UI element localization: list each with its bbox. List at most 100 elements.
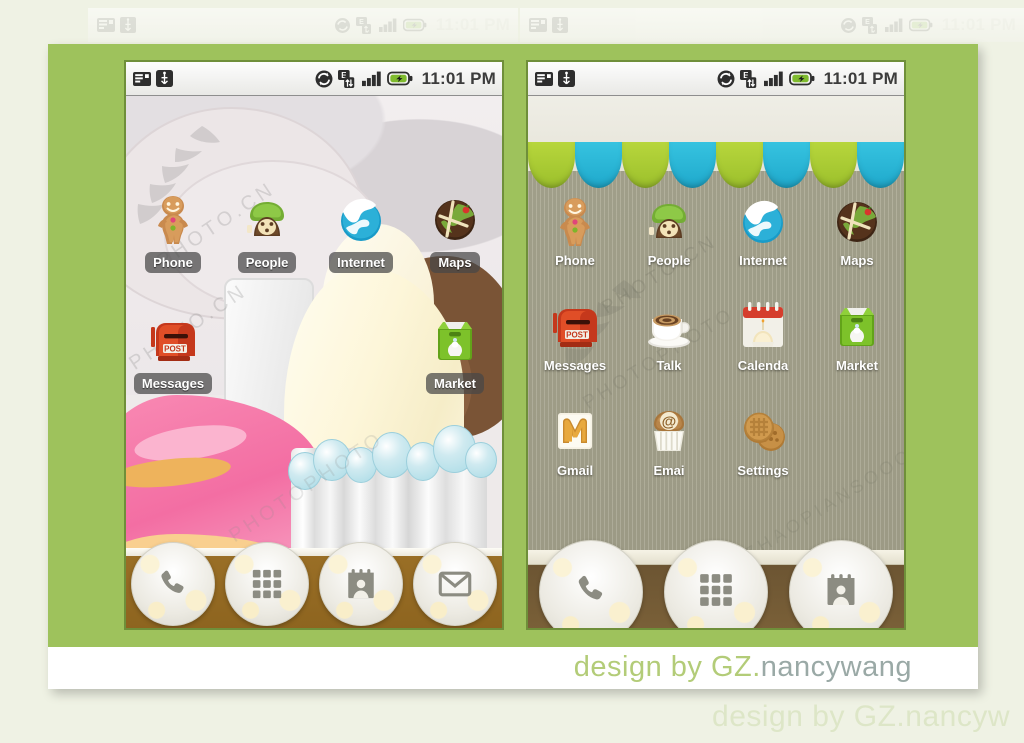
battery-charging-icon: [402, 18, 427, 32]
signal-bars-icon: [361, 71, 381, 87]
status-right-icons-2: E 11:01 PM: [717, 69, 898, 89]
status-left-icons: [132, 70, 173, 87]
theme-showcase-card: E 11:01 PM PHOTO.CN PHOTOPHOTO Phone Peo…: [48, 44, 978, 689]
red-mailbox-icon: POST: [146, 313, 200, 367]
status-bar-left: E 11:01 PM: [126, 62, 502, 96]
edge-data-icon: E: [861, 16, 877, 34]
edge-data-icon: E: [739, 69, 756, 88]
app-label: Messages: [133, 373, 213, 394]
sync-icon: [334, 17, 350, 33]
battery-charging-icon: [908, 18, 933, 32]
svg-text:@: @: [662, 413, 677, 430]
gmail-m-icon: [548, 404, 602, 458]
app-row: POST Messages Market: [126, 313, 502, 394]
app-cell-phone[interactable]: Phone: [126, 192, 220, 273]
app-label: Internet: [329, 252, 393, 273]
usb-icon: [120, 17, 136, 33]
envelope-icon: [438, 571, 472, 597]
app-cell-messages[interactable]: POST Messages: [126, 313, 220, 394]
dock-phone[interactable]: [528, 540, 653, 628]
app-cell-settings[interactable]: Settings: [716, 404, 810, 477]
card-footer-strip: design by GZ.nancywang: [48, 647, 978, 689]
app-label: Phone: [555, 253, 595, 268]
contact-card-icon: [827, 574, 855, 605]
credit-line: design by GZ.nancywang: [573, 651, 912, 683]
usb-icon: [156, 70, 173, 87]
ghost-status-right-icons-2: E 11:01 PM: [840, 15, 1016, 35]
status-bar-right: E 11:01 PM: [528, 62, 904, 96]
app-label: Maps: [840, 253, 874, 268]
app-cell-internet[interactable]: Internet: [716, 194, 810, 267]
app-cell-maps[interactable]: Maps: [810, 194, 904, 267]
edge-data-icon: E: [355, 16, 371, 34]
app-cell-maps[interactable]: Maps: [408, 192, 502, 273]
sync-icon: [315, 70, 333, 87]
calendar-cupcake-icon: [736, 299, 790, 353]
phone-handset-icon: [161, 570, 184, 593]
home-screen-right[interactable]: PHOTO.CN PHOTOPHOTO ZHAOPIANSOOO Phone P…: [528, 96, 904, 628]
signal-bars-icon: [378, 18, 397, 32]
usb-icon: [552, 17, 568, 33]
sim-card-icon: [529, 18, 547, 32]
app-cell-gmail[interactable]: Gmail: [528, 404, 622, 477]
svg-text:POST: POST: [566, 330, 588, 339]
app-cell-calendar[interactable]: Calenda: [716, 299, 810, 372]
cookies-stack-icon: [736, 404, 790, 458]
app-label: Settings: [737, 463, 789, 478]
app-label: Talk: [656, 358, 682, 373]
contact-card-icon: [348, 568, 374, 599]
dock-all-apps[interactable]: [653, 540, 778, 628]
app-cell-market[interactable]: Market: [408, 313, 502, 394]
gingerbread-man-icon: [146, 192, 200, 246]
cookie-telephone-icon: [240, 192, 294, 246]
app-label: Phone: [145, 252, 201, 273]
app-label: Gmail: [556, 463, 594, 478]
dock-phone[interactable]: [126, 542, 220, 626]
home-screen-left[interactable]: PHOTO.CN PHOTO.CN PHOTOPHOTO Phone: [126, 96, 502, 628]
red-mailbox-icon: POST: [548, 299, 602, 353]
snow-globe-icon: [736, 194, 790, 248]
app-grid-icon: [700, 574, 732, 606]
usb-icon: [558, 70, 575, 87]
dock-right: [528, 540, 904, 628]
app-grid-right: Phone People Internet Maps POST Messages…: [528, 194, 904, 477]
sim-card-icon: [535, 71, 553, 86]
signal-bars-icon: [763, 71, 783, 87]
app-cell-phone[interactable]: Phone: [528, 194, 622, 267]
page-root: E 11:01 PM E 11:01 PM E 11:01 PM PHOTO.C…: [0, 0, 1024, 743]
app-label: Emai: [653, 463, 685, 478]
app-cell-internet[interactable]: Internet: [314, 192, 408, 273]
app-cell-people[interactable]: People: [622, 194, 716, 267]
sim-card-icon: [133, 71, 151, 86]
cookie-telephone-icon: [642, 194, 696, 248]
svg-text:POST: POST: [164, 344, 186, 353]
ghost-status-left-icons: [96, 17, 136, 33]
app-cell-market[interactable]: Market: [810, 299, 904, 372]
chocolate-map-cookie-icon: [428, 192, 482, 246]
app-cell-talk[interactable]: Talk: [622, 299, 716, 372]
ghost-status-time: 11:01 PM: [435, 15, 510, 34]
app-grid-left: Phone People Internet Maps POST Messages…: [126, 192, 502, 394]
signal-bars-icon: [884, 18, 903, 32]
gingerbread-man-icon: [548, 194, 602, 248]
app-grid-icon: [252, 569, 282, 599]
green-shopping-bag-icon: [428, 313, 482, 367]
credit-line-ghost: design by GZ.nancyw: [712, 700, 1010, 733]
app-cell-people[interactable]: People: [220, 192, 314, 273]
app-label: People: [237, 252, 297, 273]
status-right-icons: E 11:01 PM: [315, 69, 496, 89]
dock-all-apps[interactable]: [220, 542, 314, 626]
dock-contacts[interactable]: [779, 540, 904, 628]
dock-contacts[interactable]: [314, 542, 408, 626]
chocolate-map-cookie-icon: [830, 194, 884, 248]
app-cell-messages[interactable]: POST Messages: [528, 299, 622, 372]
app-cell-email[interactable]: @ Emai: [622, 404, 716, 477]
app-label: Market: [426, 373, 484, 394]
app-row: Phone People Internet Maps: [528, 194, 904, 267]
phone-preview-right: E 11:01 PM PHOTO.CN PHOTOPHOTO ZHAOPIANS…: [526, 60, 906, 630]
dock-messaging[interactable]: [408, 542, 502, 626]
app-label: Calenda: [737, 358, 789, 373]
green-shopping-bag-icon: [830, 299, 884, 353]
phone-preview-left: E 11:01 PM PHOTO.CN PHOTOPHOTO Phone Peo…: [124, 60, 504, 630]
battery-charging-icon: [386, 71, 413, 86]
